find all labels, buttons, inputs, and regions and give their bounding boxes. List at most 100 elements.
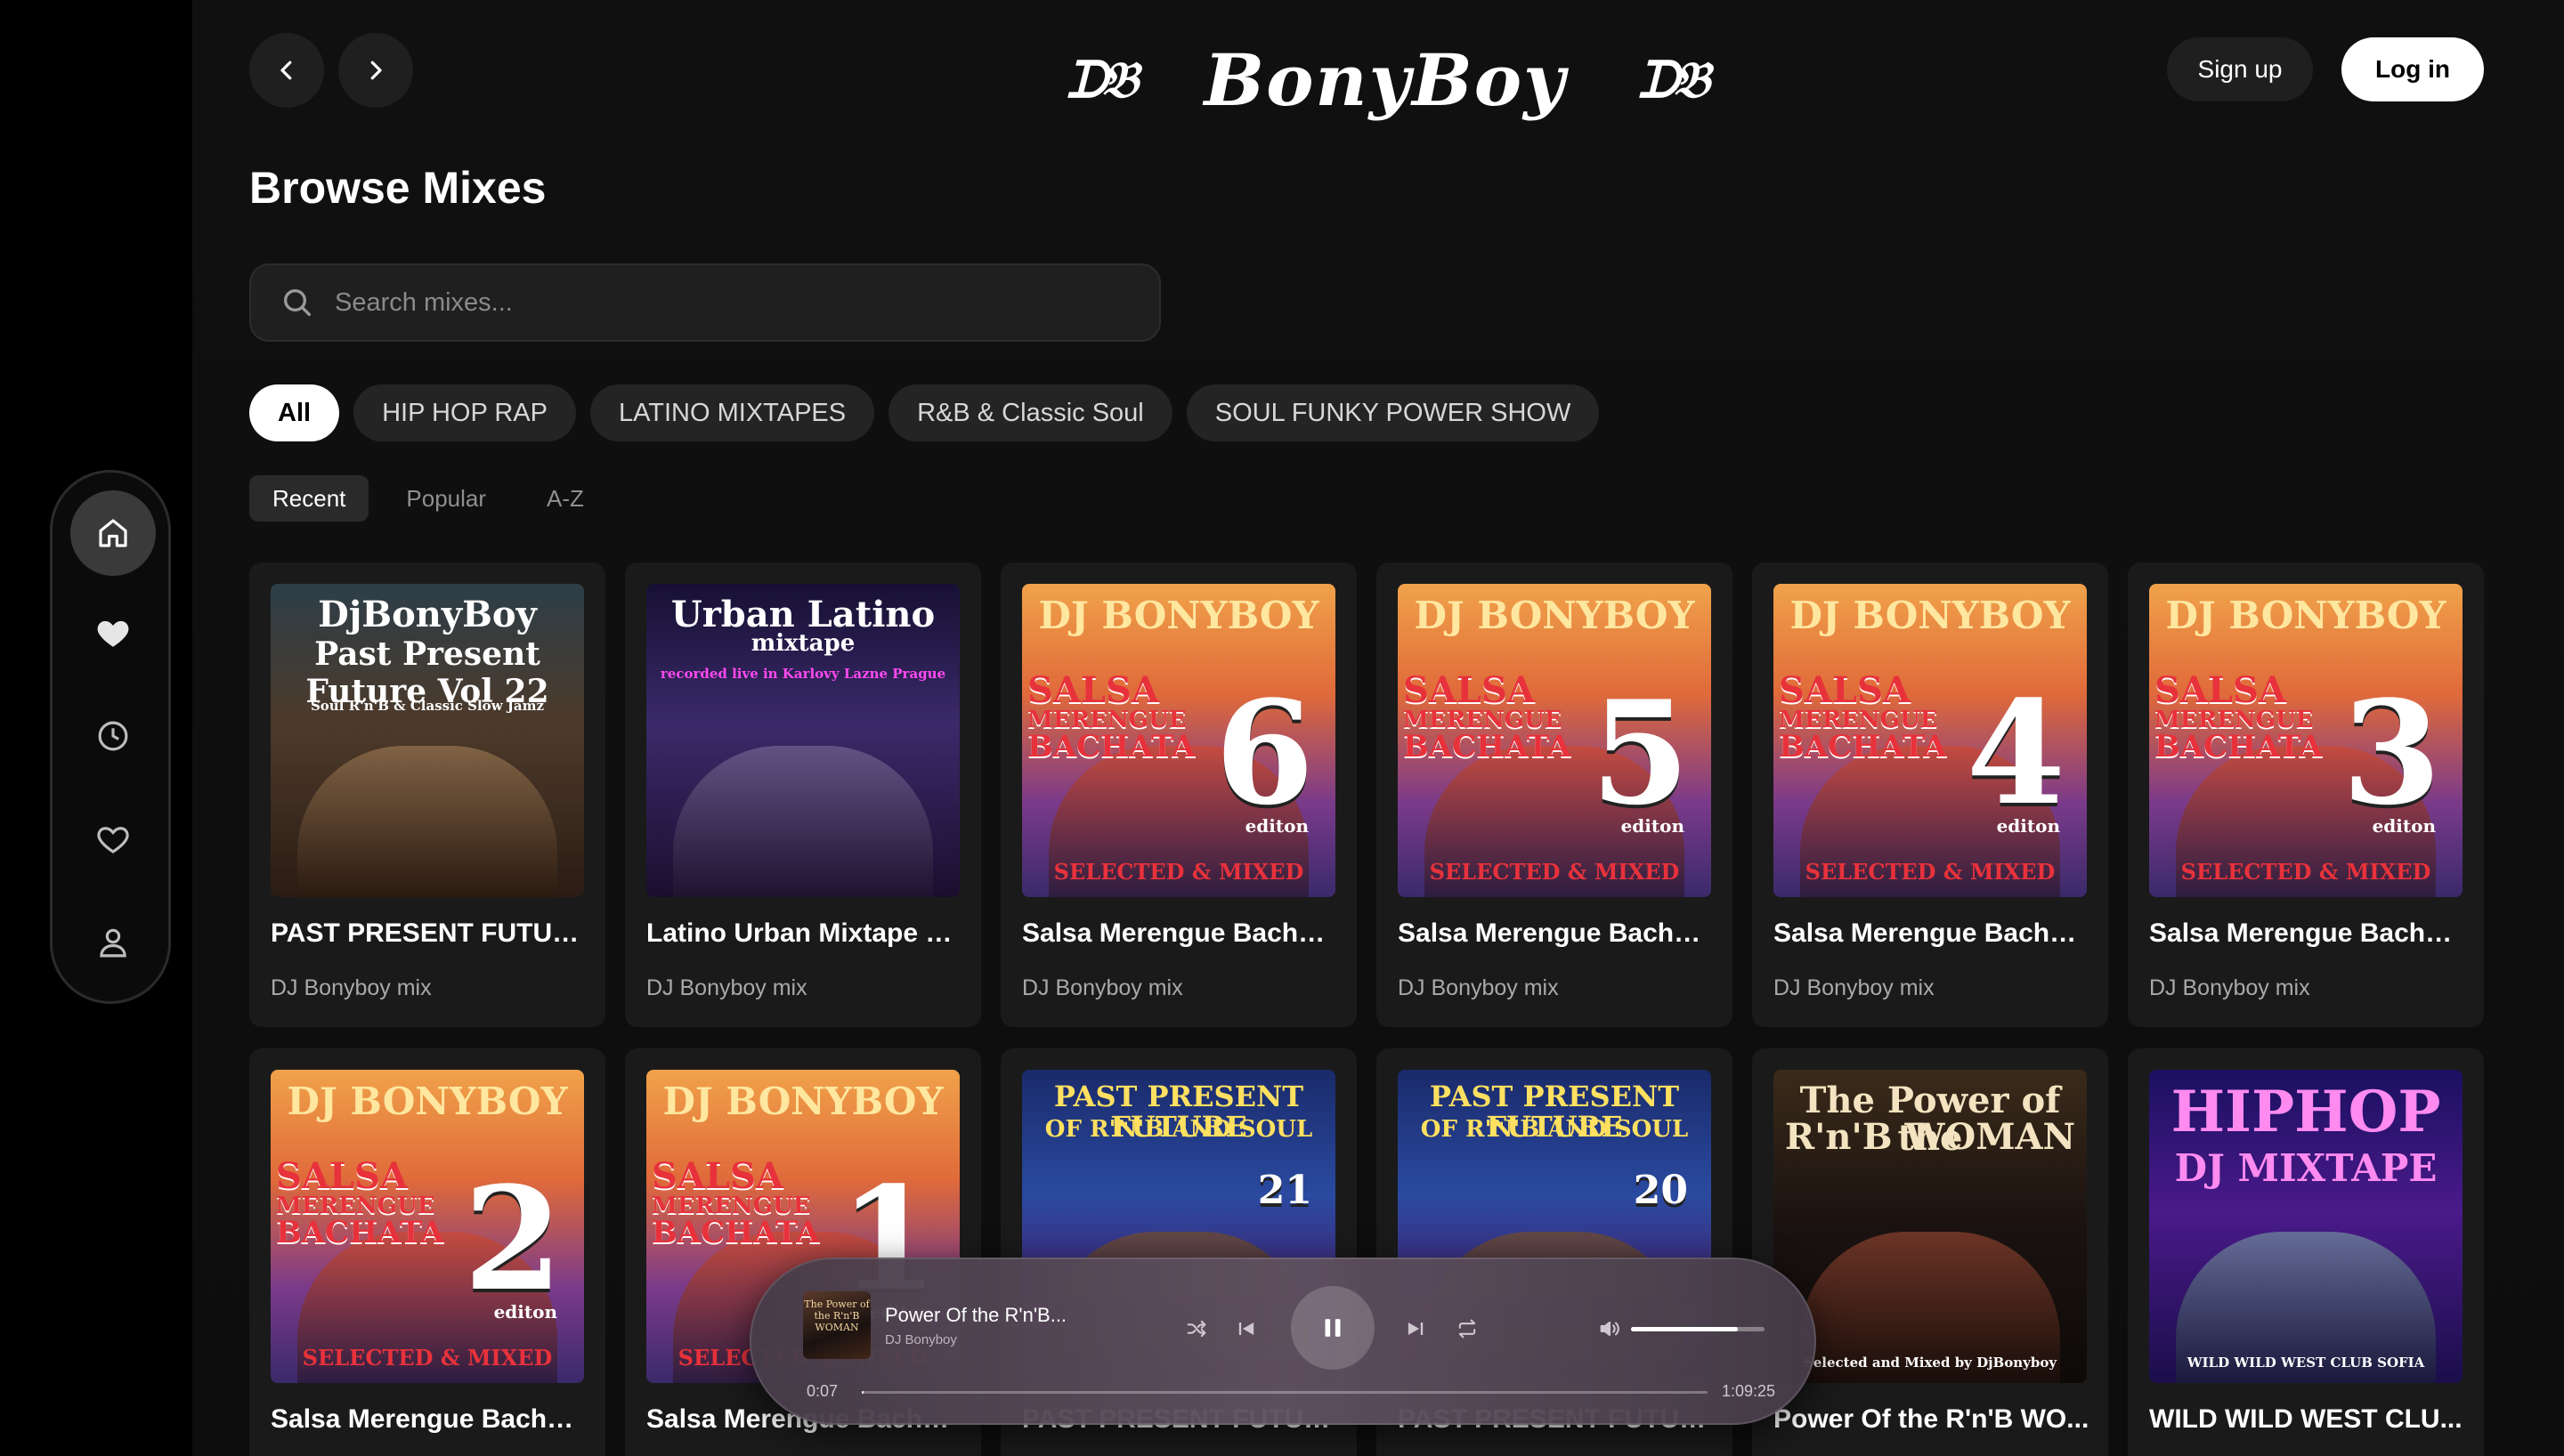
chevron-right-icon <box>370 61 382 80</box>
cover-caption-text: SELECTED & MIXED <box>1429 859 1680 885</box>
sign-up-button[interactable]: Sign up <box>2167 37 2313 101</box>
cover-subtitle-text: OF R'N'B AND SOUL <box>1044 1116 1313 1143</box>
mix-subtitle: DJ Bonyboy mix <box>2149 975 2310 1000</box>
volume-slider[interactable] <box>1631 1327 1765 1331</box>
sidebar-item-home[interactable] <box>70 490 156 576</box>
sidebar-item-liked[interactable] <box>70 590 156 675</box>
search-icon <box>284 289 311 316</box>
mix-cover[interactable]: DJ BONYBOY SALSA MERENGUE BACHATA editon 4 SEL… <box>1773 584 2087 897</box>
player-artwork[interactable]: The Power of the R'n'B WOMAN <box>803 1291 871 1359</box>
heart-outline-icon <box>97 827 129 853</box>
cover-title-text: DJ BONYBOY <box>1038 594 1319 637</box>
cover-title-text: Urban Latino <box>670 594 936 635</box>
mix-title[interactable]: Salsa Merengue Bachat... <box>1773 918 2090 949</box>
mix-title[interactable]: WILD WILD WEST CLU... <box>2149 1404 2466 1435</box>
mix-subtitle: DJ Bonyboy mix <box>271 975 432 1000</box>
seek-bar[interactable] <box>862 1391 1708 1394</box>
mix-subtitle: DJ Bonyboy mix <box>646 975 807 1000</box>
forward-button[interactable] <box>338 33 413 108</box>
mix-card[interactable]: DjBonyBoy Past Present Future Vol 22 Soul … <box>249 562 605 1027</box>
mix-cover[interactable]: Urban Latino mixtape recorded live in Karl… <box>646 584 960 897</box>
mix-card[interactable]: DJ BONYBOY SALSA MERENGUE BACHATA editon 4 SEL… <box>1752 562 2108 1027</box>
sidebar <box>50 470 171 1004</box>
pause-button[interactable] <box>1291 1286 1375 1370</box>
chevron-left-icon <box>280 61 292 80</box>
cover-title-text: DJ BONYBOY <box>2165 594 2446 637</box>
heart-filled-icon <box>97 620 129 647</box>
cover-number-text: 20 <box>1633 1168 1688 1213</box>
sort-option[interactable]: Recent <box>249 475 369 522</box>
mix-card[interactable]: HIPHOP DJ MIXTAPE WILD WILD WEST CLUB SOFI… <box>2128 1048 2484 1456</box>
mix-title[interactable]: Salsa Merengue Bachat... <box>1398 918 1715 949</box>
mix-title[interactable]: Salsa Merengue Bachat... <box>271 1404 588 1435</box>
sidebar-item-profile[interactable] <box>70 900 156 985</box>
cover-subtitle-text: OF R'N'B AND SOUL <box>1420 1116 1689 1143</box>
current-time: 0:07 <box>807 1382 839 1400</box>
page-title: Browse Mixes <box>249 163 547 213</box>
mix-cover[interactable]: DjBonyBoy Past Present Future Vol 22 Soul … <box>271 584 584 897</box>
volume-button[interactable] <box>1592 1311 1627 1347</box>
back-button[interactable] <box>249 33 324 108</box>
cover-caption-text: SELECTED & MIXED <box>1805 859 2056 885</box>
mix-cover[interactable]: DJ BONYBOY SALSA MERENGUE BACHATA editon 5 SEL… <box>1398 584 1711 897</box>
volume-icon <box>1600 1321 1619 1337</box>
skip-previous-icon <box>1238 1323 1254 1335</box>
mix-cover[interactable]: DJ BONYBOY SALSA MERENGUE BACHATA editon 3 SEL… <box>2149 584 2463 897</box>
category-chip[interactable]: HIP HOP RAP <box>353 384 576 441</box>
mix-card[interactable]: The Power of the R'n'B WOMAN Selected and … <box>1752 1048 2108 1456</box>
repeat-button[interactable] <box>1449 1311 1485 1347</box>
category-chip[interactable]: R&B & Classic Soul <box>888 384 1172 441</box>
cover-number-text: 2 <box>463 1155 563 1323</box>
mix-title[interactable]: Power Of the R'n'B WO... <box>1773 1404 2090 1435</box>
mix-subtitle: DJ Bonyboy mix <box>1022 975 1183 1000</box>
mix-card[interactable]: DJ BONYBOY SALSA MERENGUE BACHATA editon 3 SEL… <box>2128 562 2484 1027</box>
search-box[interactable] <box>249 263 1161 342</box>
shuffle-button[interactable] <box>1179 1311 1214 1347</box>
brand-logo[interactable]: ᗪ𝔅 BonyBoy ᗪ𝔅 <box>1056 36 1715 125</box>
sidebar-item-history[interactable] <box>70 693 156 779</box>
cover-genre-text: SALSA MERENGUE BACHATA <box>2154 669 2323 764</box>
sort-option[interactable]: Popular <box>383 475 509 522</box>
main-panel: ᗪ𝔅 BonyBoy ᗪ𝔅 Sign up Log in Browse Mixe… <box>192 0 2564 1456</box>
cover-genre-text: SALSA MERENGUE BACHATA <box>1779 669 1947 764</box>
cover-caption-text: recorded live in Karlovy Lazne Prague <box>660 666 946 682</box>
category-filters: All HIP HOP RAP LATINO MIXTAPES R&B & Class… <box>249 384 1600 441</box>
skip-next-icon <box>1408 1323 1424 1335</box>
cover-artwork <box>297 746 557 897</box>
sort-option[interactable]: A-Z <box>523 475 607 522</box>
mix-cover[interactable]: DJ BONYBOY SALSA MERENGUE BACHATA editon 2 SEL… <box>271 1070 584 1383</box>
cover-subtitle-text: R'n'B WOMAN <box>1784 1116 2076 1158</box>
search-input[interactable] <box>335 276 1159 329</box>
player-track-title[interactable]: Power Of the R'n'B... <box>885 1304 1067 1327</box>
previous-button[interactable] <box>1229 1311 1264 1347</box>
cover-number-text: 6 <box>1214 669 1314 837</box>
home-icon <box>99 519 127 547</box>
log-in-button[interactable]: Log in <box>2341 37 2484 101</box>
clock-icon <box>98 721 128 751</box>
mix-card[interactable]: Urban Latino mixtape recorded live in Karl… <box>625 562 981 1027</box>
mix-card[interactable]: DJ BONYBOY SALSA MERENGUE BACHATA editon 6 SEL… <box>1001 562 1357 1027</box>
mix-title[interactable]: Salsa Merengue Bachat... <box>2149 918 2466 949</box>
category-chip[interactable]: SOUL FUNKY POWER SHOW <box>1186 384 1600 441</box>
cover-title-text: HIPHOP <box>2170 1079 2441 1145</box>
cover-genre-text: SALSA MERENGUE BACHATA <box>276 1155 444 1250</box>
player-artist: DJ Bonyboy <box>885 1332 957 1347</box>
mix-card[interactable]: DJ BONYBOY SALSA MERENGUE BACHATA editon 5 SEL… <box>1376 562 1732 1027</box>
mix-cover[interactable]: HIPHOP DJ MIXTAPE WILD WILD WEST CLUB SOFI… <box>2149 1070 2463 1383</box>
mix-cover[interactable]: DJ BONYBOY SALSA MERENGUE BACHATA editon 6 SEL… <box>1022 584 1335 897</box>
mix-card[interactable]: DJ BONYBOY SALSA MERENGUE BACHATA editon 2 SEL… <box>249 1048 605 1456</box>
next-button[interactable] <box>1398 1311 1433 1347</box>
seek-bar-fill <box>862 1391 864 1394</box>
cover-genre-text: SALSA MERENGUE BACHATA <box>1403 669 1571 764</box>
brand-monogram-left: ᗪ𝔅 <box>1066 50 1139 109</box>
mix-title[interactable]: PAST PRESENT FUTUR... <box>271 918 588 949</box>
shuffle-icon <box>1187 1320 1206 1338</box>
category-chip[interactable]: LATINO MIXTAPES <box>589 384 875 441</box>
mix-title[interactable]: Latino Urban Mixtape R... <box>646 918 963 949</box>
cover-caption-text: Soul R'n'B & Classic Slow Jamz <box>310 698 545 714</box>
mix-cover[interactable]: The Power of the R'n'B WOMAN Selected and … <box>1773 1070 2087 1383</box>
top-bar: ᗪ𝔅 BonyBoy ᗪ𝔅 Sign up Log in <box>192 0 2564 133</box>
category-chip[interactable]: All <box>249 384 340 441</box>
sidebar-item-favorites[interactable] <box>70 797 156 882</box>
mix-title[interactable]: Salsa Merengue Bachat... <box>1022 918 1339 949</box>
